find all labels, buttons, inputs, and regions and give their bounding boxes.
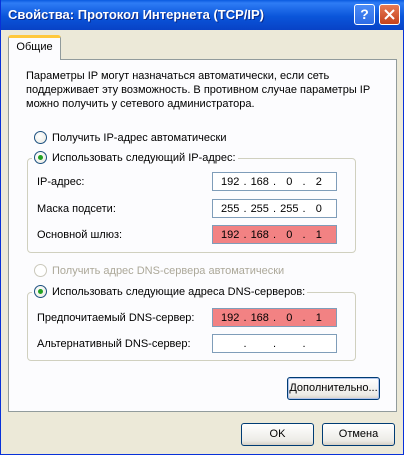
mask-octet-3: 255	[280, 202, 299, 215]
ip-octet-1: 192	[221, 175, 240, 188]
tab-general-label: Общие	[16, 41, 53, 53]
alternate-dns-label: Альтернативный DNS-сервер:	[37, 338, 191, 350]
dns-auto-label: Получить адрес DNS-сервера автоматически	[52, 264, 285, 277]
alternate-dns-field[interactable]: . . .	[212, 334, 337, 353]
pdns-octet-2: 168	[250, 311, 269, 324]
dns-manual-label: Использовать следующие адреса DNS-сервер…	[52, 285, 306, 298]
ip-auto-label: Получить IP-адрес автоматически	[52, 131, 227, 144]
mask-octet-4: 0	[315, 202, 322, 215]
ip-auto-radio[interactable]	[34, 131, 47, 144]
cancel-button[interactable]: Отмена	[322, 423, 395, 446]
pdns-octet-1: 192	[221, 311, 240, 324]
advanced-button[interactable]: Дополнительно...	[287, 377, 380, 400]
help-button[interactable]: ?	[354, 4, 375, 25]
intro-text: Параметры IP могут назначаться автоматич…	[26, 70, 370, 110]
gateway-octet-4: 1	[315, 228, 322, 241]
ip-address-field[interactable]: 192. 168. 0. 2	[212, 172, 337, 191]
ip-address-label: IP-адрес:	[37, 176, 85, 188]
subnet-mask-label: Маска подсети:	[37, 203, 116, 215]
dns-manual-radio[interactable]	[34, 285, 47, 298]
ip-octet-4: 2	[315, 175, 322, 188]
ip-octet-2: 168	[250, 175, 269, 188]
close-icon	[384, 9, 395, 20]
pdns-octet-3: 0	[286, 311, 293, 324]
preferred-dns-label: Предпочитаемый DNS-сервер:	[37, 312, 195, 324]
gateway-label: Основной шлюз:	[37, 229, 123, 241]
ip-manual-radio[interactable]	[34, 151, 47, 164]
mask-octet-2: 255	[250, 202, 269, 215]
gateway-octet-1: 192	[221, 228, 240, 241]
dialog-window: Свойства: Протокол Интернета (TCP/IP) ? …	[0, 0, 404, 455]
gateway-octet-3: 0	[286, 228, 293, 241]
gateway-field[interactable]: 192. 168. 0. 1	[212, 225, 337, 244]
pdns-octet-4: 1	[315, 311, 322, 324]
window-title: Свойства: Протокол Интернета (TCP/IP)	[8, 7, 264, 22]
gateway-octet-2: 168	[250, 228, 269, 241]
ip-manual-option[interactable]: Использовать следующий IP-адрес:	[32, 151, 238, 164]
ok-button[interactable]: OK	[241, 423, 314, 446]
dns-manual-option[interactable]: Использовать следующие адреса DNS-сервер…	[32, 285, 308, 298]
title-bar[interactable]: Свойства: Протокол Интернета (TCP/IP) ?	[1, 0, 404, 30]
ip-manual-label: Использовать следующий IP-адрес:	[52, 151, 236, 164]
preferred-dns-field[interactable]: 192. 168. 0. 1	[212, 308, 337, 327]
tab-general[interactable]: Общие	[8, 35, 61, 60]
subnet-mask-field[interactable]: 255. 255. 255. 0	[212, 199, 337, 218]
close-button[interactable]	[379, 4, 400, 25]
ip-octet-3: 0	[286, 175, 293, 188]
help-icon: ?	[360, 6, 369, 22]
dns-auto-option[interactable]: Получить адрес DNS-сервера автоматически	[34, 264, 284, 277]
mask-octet-1: 255	[221, 202, 240, 215]
dns-auto-radio[interactable]	[34, 264, 47, 277]
ip-auto-option[interactable]: Получить IP-адрес автоматически	[34, 131, 226, 144]
